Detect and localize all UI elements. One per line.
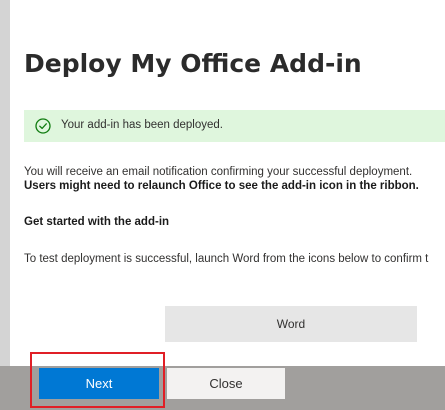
background-page-edge — [0, 0, 10, 366]
deploy-dialog: Deploy My Office Add-in Your add-in has … — [10, 0, 445, 366]
next-button[interactable]: Next — [39, 368, 159, 399]
notification-text: You will receive an email notification c… — [24, 166, 413, 178]
success-message-bar: Your add-in has been deployed. — [24, 110, 445, 142]
relaunch-text: Users might need to relaunch Office to s… — [24, 180, 419, 192]
check-circle-icon — [35, 118, 51, 134]
close-button[interactable]: Close — [167, 368, 285, 399]
test-instructions: To test deployment is successful, launch… — [24, 253, 429, 265]
success-message: Your add-in has been deployed. — [61, 119, 223, 131]
launch-word-button[interactable]: Word — [165, 306, 417, 342]
page-title: Deploy My Office Add-in — [24, 49, 362, 78]
section-heading: Get started with the add-in — [24, 216, 170, 228]
